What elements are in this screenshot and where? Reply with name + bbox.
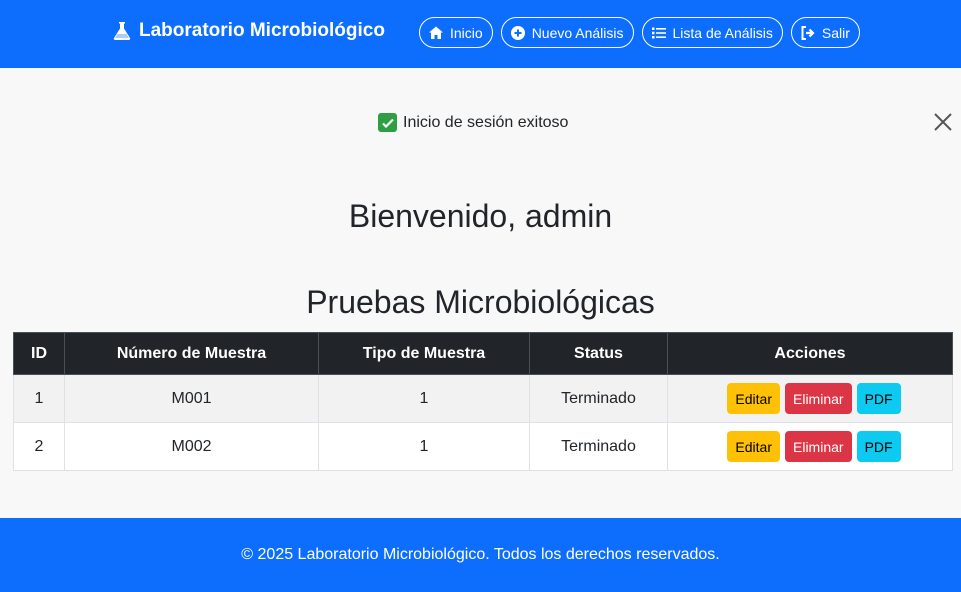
footer: © 2025 Laboratorio Microbiológico. Todos…: [0, 518, 961, 592]
header-status: Status: [529, 332, 668, 375]
logout-icon: [801, 25, 815, 40]
cell-tipo: 1: [318, 374, 530, 423]
cell-status: Terminado: [529, 422, 668, 471]
brand[interactable]: Laboratorio Microbiológico: [113, 20, 385, 42]
success-alert: Inicio de sesión exitoso: [378, 113, 568, 132]
table-header-row: ID Número de Muestra Tipo de Muestra Sta…: [13, 332, 953, 375]
cell-id: 1: [13, 374, 65, 423]
delete-button[interactable]: Eliminar: [785, 383, 852, 414]
nav-inicio-label: Inicio: [450, 24, 483, 41]
check-icon: [378, 113, 397, 132]
nav-nuevo-analisis-label: Nuevo Análisis: [531, 24, 624, 41]
nav-buttons: Inicio Nuevo Análisis Lista de Análisis: [419, 17, 860, 48]
delete-button[interactable]: Eliminar: [785, 431, 852, 462]
table-row: 1 M001 1 Terminado Editar Eliminar PDF: [13, 374, 953, 423]
header-tipo: Tipo de Muestra: [318, 332, 530, 375]
footer-text: © 2025 Laboratorio Microbiológico. Todos…: [241, 546, 720, 563]
analysis-table: ID Número de Muestra Tipo de Muestra Sta…: [13, 332, 953, 471]
header-acciones: Acciones: [667, 332, 953, 375]
header-id: ID: [13, 332, 65, 375]
nav-inicio-button[interactable]: Inicio: [419, 17, 493, 48]
list-icon: [651, 27, 666, 38]
pdf-button[interactable]: PDF: [856, 383, 901, 414]
flask-icon: [113, 22, 131, 40]
cell-numero: M001: [64, 374, 319, 423]
navbar: Laboratorio Microbiológico Inicio Nuevo …: [0, 0, 961, 68]
brand-label: Laboratorio Microbiológico: [139, 20, 385, 41]
nav-lista-analisis-button[interactable]: Lista de Análisis: [641, 17, 783, 48]
plus-circle-icon: [510, 25, 525, 40]
section-title: Pruebas Microbiológicas: [306, 284, 655, 320]
cell-tipo: 1: [318, 422, 530, 471]
table-row: 2 M002 1 Terminado Editar Eliminar PDF: [13, 422, 953, 471]
cell-status: Terminado: [529, 374, 668, 423]
close-icon[interactable]: [931, 110, 955, 134]
cell-actions: Editar Eliminar PDF: [667, 422, 953, 471]
home-icon: [429, 26, 443, 39]
nav-nuevo-analisis-button[interactable]: Nuevo Análisis: [500, 17, 634, 48]
nav-salir-button[interactable]: Salir: [790, 17, 860, 48]
cell-actions: Editar Eliminar PDF: [667, 374, 953, 423]
alert-text: Inicio de sesión exitoso: [403, 113, 569, 131]
nav-salir-label: Salir: [821, 24, 850, 41]
cell-id: 2: [13, 422, 65, 471]
cell-numero: M002: [64, 422, 319, 471]
edit-button[interactable]: Editar: [727, 383, 780, 414]
edit-button[interactable]: Editar: [727, 431, 780, 462]
pdf-button[interactable]: PDF: [856, 431, 901, 462]
nav-lista-analisis-label: Lista de Análisis: [672, 24, 773, 41]
header-numero: Número de Muestra: [64, 332, 319, 375]
welcome-heading: Bienvenido, admin: [348, 198, 613, 234]
